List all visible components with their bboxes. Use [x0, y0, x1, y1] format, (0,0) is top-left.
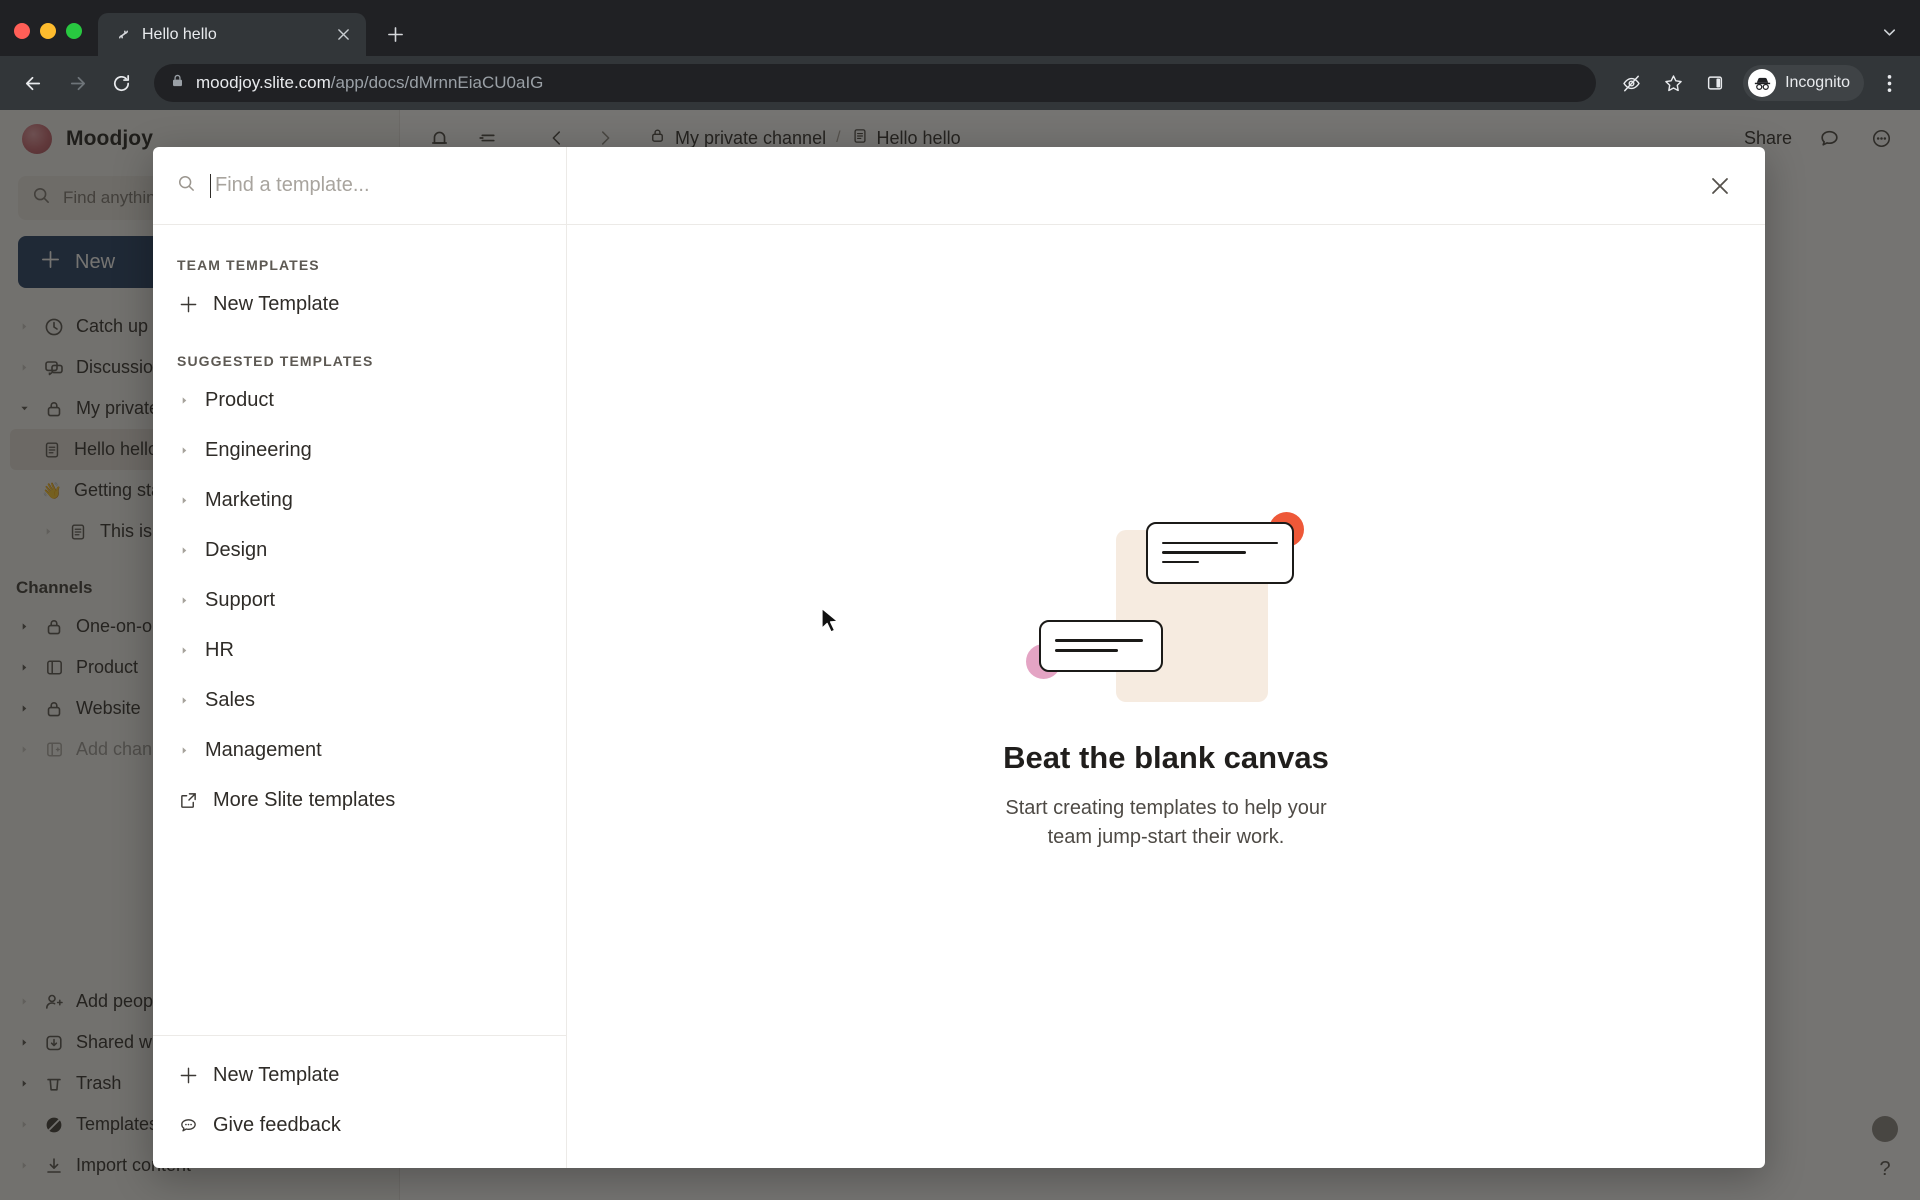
- close-icon[interactable]: [1703, 169, 1737, 203]
- template-category-hr[interactable]: HR: [153, 625, 566, 675]
- plus-icon: [177, 295, 199, 314]
- window-controls: [14, 23, 98, 56]
- chevron-right-icon[interactable]: [177, 596, 191, 605]
- browser-tab[interactable]: Hello hello: [98, 13, 366, 56]
- star-icon[interactable]: [1654, 64, 1692, 102]
- chevron-down-icon[interactable]: [1876, 19, 1902, 45]
- address-host: moodjoy.slite.com: [196, 73, 331, 92]
- chevron-right-icon[interactable]: [177, 446, 191, 455]
- address-path: /app/docs/dMrnnEiaCU0aIG: [330, 73, 544, 92]
- feedback-icon: [177, 1116, 199, 1135]
- lock-icon: [170, 73, 185, 93]
- template-category-marketing[interactable]: Marketing: [153, 475, 566, 525]
- close-icon[interactable]: [332, 24, 354, 46]
- chevron-right-icon[interactable]: [177, 646, 191, 655]
- profile-chip[interactable]: Incognito: [1743, 65, 1864, 101]
- template-category-management[interactable]: Management: [153, 725, 566, 775]
- give-feedback-button[interactable]: Give feedback: [153, 1100, 566, 1150]
- illustration-line: [1162, 551, 1246, 554]
- text-caret: [210, 173, 211, 198]
- illustration-line: [1055, 649, 1118, 652]
- plus-icon: [177, 1066, 199, 1085]
- template-category-label: Sales: [205, 688, 256, 711]
- kebab-menu-icon[interactable]: [1872, 64, 1906, 102]
- template-list-panel: TEAM TEMPLATES New Template SUGGESTED TE…: [153, 225, 567, 1168]
- empty-state-title: Beat the blank canvas: [1003, 739, 1329, 775]
- minimize-window-button[interactable]: [40, 23, 56, 39]
- documents-illustration: [1026, 511, 1306, 702]
- template-category-label: Management: [205, 738, 322, 761]
- forward-button[interactable]: [58, 64, 96, 102]
- illustration-line: [1162, 541, 1278, 545]
- illustration-card-top: [1146, 521, 1294, 584]
- template-search-input[interactable]: Find a template...: [153, 147, 567, 224]
- modal-header: Find a template...: [153, 147, 1765, 225]
- new-template-footer-label: New Template: [213, 1063, 340, 1086]
- address-bar[interactable]: moodjoy.slite.com/app/docs/dMrnnEiaCU0aI…: [154, 64, 1597, 102]
- illustration-card-bottom: [1039, 619, 1163, 672]
- more-slite-templates-label: More Slite templates: [213, 788, 396, 811]
- chevron-right-icon[interactable]: [177, 546, 191, 555]
- slite-favicon: [114, 26, 132, 44]
- template-category-label: Marketing: [205, 488, 293, 511]
- give-feedback-label: Give feedback: [213, 1113, 341, 1136]
- browser-toolbar: moodjoy.slite.com/app/docs/dMrnnEiaCU0aI…: [0, 56, 1920, 110]
- empty-state-subtitle: Start creating templates to help your te…: [1005, 796, 1327, 848]
- template-picker-modal: Find a template... TEAM TEMPLATES New Te…: [153, 147, 1765, 1168]
- incognito-icon: [1748, 69, 1777, 97]
- chevron-right-icon[interactable]: [177, 496, 191, 505]
- modal-body: TEAM TEMPLATES New Template SUGGESTED TE…: [153, 225, 1765, 1168]
- toolbar-icons: Incognito: [1612, 64, 1906, 102]
- team-templates-heading: TEAM TEMPLATES: [177, 257, 320, 273]
- template-category-sales[interactable]: Sales: [153, 675, 566, 725]
- illustration-line: [1055, 639, 1144, 642]
- chevron-right-icon[interactable]: [177, 746, 191, 755]
- chevron-right-icon[interactable]: [177, 396, 191, 405]
- template-category-design[interactable]: Design: [153, 525, 566, 575]
- template-category-label: Product: [205, 388, 274, 411]
- back-button[interactable]: [14, 64, 52, 102]
- page-viewport: Moodjoy Find anything... New: [0, 110, 1920, 1200]
- browser-window: Hello hello moodjoy.slite.com/app/docs/d…: [0, 0, 1920, 1200]
- close-window-button[interactable]: [14, 23, 30, 39]
- browser-tabstrip: Hello hello: [0, 0, 1920, 56]
- eye-off-icon[interactable]: [1612, 64, 1650, 102]
- template-category-label: HR: [205, 638, 234, 661]
- template-preview-empty-state: Beat the blank canvas Start creating tem…: [567, 225, 1765, 1168]
- new-template-button[interactable]: New Template: [153, 279, 566, 329]
- illustration-line: [1162, 560, 1200, 564]
- template-list-scroll[interactable]: TEAM TEMPLATES New Template SUGGESTED TE…: [153, 225, 566, 1035]
- template-category-label: Engineering: [205, 438, 312, 461]
- reload-button[interactable]: [102, 64, 140, 102]
- template-category-label: Support: [205, 588, 276, 611]
- address-bar-url: moodjoy.slite.com/app/docs/dMrnnEiaCU0aI…: [196, 73, 543, 93]
- template-search-placeholder: Find a template...: [215, 174, 370, 196]
- new-tab-button[interactable]: [378, 17, 412, 51]
- more-slite-templates-link[interactable]: More Slite templates: [153, 775, 566, 825]
- template-category-product[interactable]: Product: [153, 375, 566, 425]
- external-link-icon: [177, 791, 199, 810]
- browser-tab-title: Hello hello: [142, 25, 217, 43]
- chevron-right-icon[interactable]: [177, 696, 191, 705]
- template-category-label: Design: [205, 538, 268, 561]
- suggested-templates-heading: SUGGESTED TEMPLATES: [177, 353, 374, 369]
- side-panel-icon[interactable]: [1696, 64, 1734, 102]
- new-template-label: New Template: [213, 292, 340, 315]
- template-panel-footer: New Template Give feedback: [153, 1035, 566, 1168]
- maximize-window-button[interactable]: [66, 23, 82, 39]
- template-category-engineering[interactable]: Engineering: [153, 425, 566, 475]
- new-template-footer-button[interactable]: New Template: [153, 1050, 566, 1100]
- profile-label: Incognito: [1785, 74, 1850, 91]
- search-icon: [177, 174, 196, 198]
- template-category-support[interactable]: Support: [153, 575, 566, 625]
